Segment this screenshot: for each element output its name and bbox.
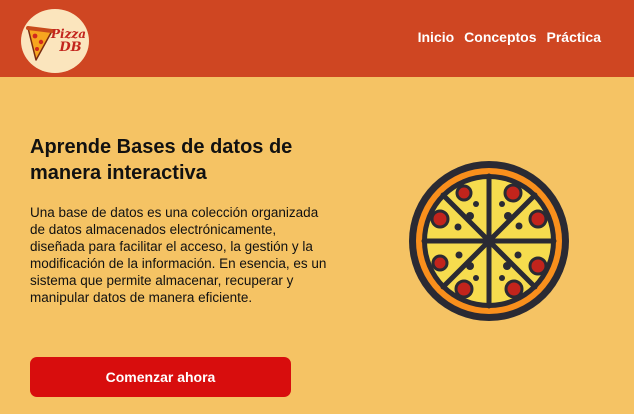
pizza-icon [409,161,569,321]
logo-text: Pizza DB [51,27,86,55]
hero-description: Una base de datos es una colección organ… [30,205,327,305]
nav-link-practica[interactable]: Práctica [547,29,601,45]
logo-line2: DB [59,40,82,55]
start-now-button[interactable]: Comenzar ahora [30,357,291,397]
navbar: Pizza DB Inicio Conceptos Práctica [0,0,634,77]
hero-title: Aprende Bases de datos de manera interac… [30,136,293,184]
nav-link-inicio[interactable]: Inicio [418,29,455,45]
nav-link-conceptos[interactable]: Conceptos [464,29,536,45]
logo[interactable]: Pizza DB [21,9,89,73]
nav-menu: Inicio Conceptos Práctica [418,29,601,45]
logo-line1: Pizza [51,27,86,41]
